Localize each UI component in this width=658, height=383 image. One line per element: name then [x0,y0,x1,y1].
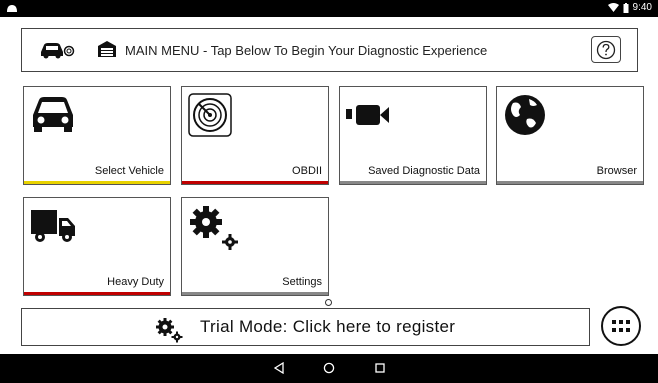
tile-saved-diagnostic-data[interactable]: Saved Diagnostic Data [339,86,487,185]
trial-mode-text: Trial Mode: Click here to register [200,317,456,336]
video-camera-icon [346,105,389,125]
page-indicator [325,299,332,306]
app-grid-icon [612,320,630,332]
navigation-bar [0,354,658,383]
gears-icon [190,206,238,250]
truck-icon [31,210,75,242]
tile-obdii[interactable]: OBDII [181,86,329,185]
tile-label: Select Vehicle [94,165,164,177]
tile-accent-bar [497,181,643,184]
tile-label: Settings [282,276,322,288]
android-icon [7,5,17,12]
tile-accent-bar [340,181,486,184]
home-icon[interactable] [323,362,335,374]
vehicle-status-icon [41,43,75,59]
tile-accent-bar [24,181,170,184]
globe-icon [505,95,545,135]
wifi-icon [607,3,619,12]
garage-icon [98,41,116,57]
tile-select-vehicle[interactable]: Select Vehicle [23,86,171,185]
gears-icon [156,318,183,343]
page-title: MAIN MENU - Tap Below To Begin Your Diag… [125,43,488,58]
app-drawer-button[interactable] [601,306,641,346]
tile-label: Browser [596,165,637,177]
recents-icon[interactable] [375,362,385,374]
battery-icon [623,2,629,13]
tile-settings[interactable]: Settings [181,197,329,296]
back-icon[interactable] [274,362,284,374]
radar-icon [188,93,232,137]
tile-accent-bar [182,181,328,184]
tile-label: Saved Diagnostic Data [368,165,480,177]
main-menu-header: MAIN MENU - Tap Below To Begin Your Diag… [21,28,638,72]
trial-mode-register-button[interactable]: Trial Mode: Click here to register [21,308,590,346]
help-button[interactable] [591,36,621,63]
car-icon [33,97,73,132]
clock: 9:40 [632,2,652,13]
status-bar: 9:40 [0,0,658,17]
tile-label: Heavy Duty [107,276,164,288]
tile-accent-bar [24,292,170,295]
help-icon [596,40,616,59]
tile-browser[interactable]: Browser [496,86,644,185]
status-right: 9:40 [607,2,652,13]
tile-accent-bar [182,292,328,295]
tile-label: OBDII [292,165,322,177]
tile-heavy-duty[interactable]: Heavy Duty [23,197,171,296]
